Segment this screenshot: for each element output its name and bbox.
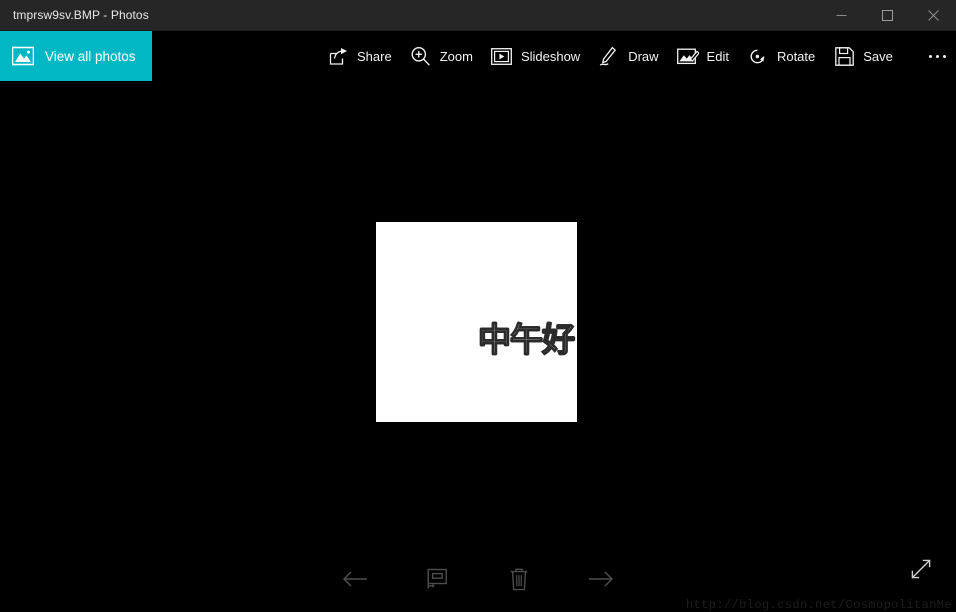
close-button[interactable] bbox=[910, 0, 956, 31]
window-controls bbox=[818, 0, 956, 31]
draw-button[interactable]: Draw bbox=[589, 31, 667, 81]
delete-button[interactable] bbox=[499, 559, 539, 599]
share-button[interactable]: Share bbox=[318, 31, 401, 81]
share-label: Share bbox=[357, 48, 392, 64]
view-all-photos-label: View all photos bbox=[45, 48, 136, 64]
draw-pen-icon bbox=[598, 45, 620, 67]
save-button[interactable]: Save bbox=[824, 31, 902, 81]
view-all-photos-button[interactable]: View all photos bbox=[0, 31, 152, 81]
edit-label: Edit bbox=[706, 48, 729, 64]
edit-button[interactable]: Edit bbox=[668, 31, 738, 81]
see-more-button[interactable] bbox=[918, 31, 956, 81]
zoom-label: Zoom bbox=[439, 48, 473, 64]
arrow-left-icon bbox=[341, 569, 369, 589]
share-icon bbox=[327, 45, 349, 67]
previous-image-button[interactable] bbox=[335, 559, 375, 599]
close-icon bbox=[927, 9, 939, 21]
trash-icon bbox=[509, 568, 529, 591]
command-bar: View all photos Share Zoom Slideshow Dra… bbox=[0, 31, 956, 81]
save-label: Save bbox=[863, 48, 893, 64]
toolbar: Share Zoom Slideshow Draw Edit Rotate Sa… bbox=[318, 31, 956, 81]
fit-to-window-button[interactable] bbox=[417, 559, 457, 599]
draw-label: Draw bbox=[628, 48, 659, 64]
zoom-button[interactable]: Zoom bbox=[401, 31, 482, 81]
photo-text-content: 中午好 bbox=[477, 320, 575, 359]
rotate-label: Rotate bbox=[776, 48, 816, 64]
minimize-button[interactable] bbox=[818, 0, 864, 31]
photos-mountain-icon bbox=[11, 44, 35, 68]
maximize-icon bbox=[881, 9, 893, 21]
minimize-icon bbox=[836, 10, 847, 21]
ellipsis-icon bbox=[929, 54, 947, 58]
arrow-right-icon bbox=[587, 569, 615, 589]
slideshow-icon bbox=[491, 45, 513, 67]
zoom-magnifier-icon bbox=[410, 45, 432, 67]
next-image-button[interactable] bbox=[581, 559, 621, 599]
watermark-text: http://blog.csdn.net/CosmopolitanMe bbox=[685, 598, 952, 612]
slideshow-button[interactable]: Slideshow bbox=[482, 31, 589, 81]
maximize-button[interactable] bbox=[864, 0, 910, 31]
title-bar: tmprsw9sv.BMP - Photos bbox=[0, 0, 956, 31]
bottom-toolbar: http://blog.csdn.net/CosmopolitanMe bbox=[0, 546, 956, 612]
photos-app-window: tmprsw9sv.BMP - Photos View all photos S… bbox=[0, 0, 956, 612]
displayed-photo[interactable]: 中午好 bbox=[376, 222, 577, 422]
rotate-icon bbox=[747, 45, 769, 67]
window-title: tmprsw9sv.BMP - Photos bbox=[13, 8, 149, 22]
fit-to-window-icon bbox=[425, 568, 449, 590]
save-floppy-icon bbox=[833, 45, 855, 67]
image-viewer-canvas[interactable]: 中午好 http://blog.csdn.net/CosmopolitanMe bbox=[0, 81, 956, 612]
slideshow-label: Slideshow bbox=[520, 48, 581, 64]
fullscreen-diagonal-arrows-icon bbox=[909, 557, 933, 586]
fullscreen-button[interactable] bbox=[904, 554, 938, 588]
edit-image-icon bbox=[676, 45, 699, 67]
rotate-button[interactable]: Rotate bbox=[738, 31, 824, 81]
